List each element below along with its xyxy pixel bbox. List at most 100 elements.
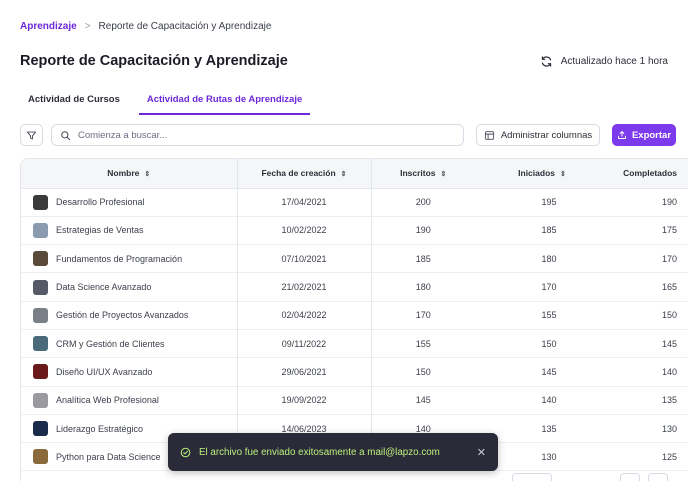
cell-enrolled: 180: [371, 272, 475, 302]
refresh-icon[interactable]: [540, 55, 553, 68]
sort-icon[interactable]: ⇕: [560, 170, 566, 178]
search-box[interactable]: [51, 124, 464, 146]
columns-icon: [484, 130, 494, 140]
next-page-button[interactable]: [648, 473, 668, 481]
table-row[interactable]: Diseño UI/UX Avanzado 29/06/2021 150 145 140: [21, 357, 688, 387]
cell-creation-date: 10/02/2022: [236, 216, 372, 246]
breadcrumb-root-link[interactable]: Aprendizaje: [20, 21, 77, 32]
filter-button[interactable]: [20, 124, 43, 146]
cell-creation-date: 29/06/2021: [236, 357, 372, 387]
toast-message: El archivo fue enviado exitosamente a ma…: [199, 446, 440, 458]
cell-started: 140: [475, 386, 609, 415]
cell-creation-date: 17/04/2021: [236, 188, 372, 217]
cell-creation-date: 19/09/2022: [236, 386, 372, 415]
cell-started: 145: [475, 357, 609, 387]
cell-creation-date: 09/11/2022: [236, 329, 372, 359]
table-row[interactable]: Data Science Avanzado 21/02/2021 180 170 165: [21, 272, 688, 302]
table-header-row: Nombre ⇕ Fecha de creación ⇕ Inscritos ⇕ In…: [21, 159, 688, 189]
cell-started: 155: [475, 301, 609, 330]
search-input[interactable]: [78, 129, 438, 141]
sort-icon[interactable]: ⇕: [144, 170, 150, 178]
refresh-status[interactable]: Actualizado hace 1 hora: [540, 55, 668, 68]
close-icon[interactable]: ✕: [477, 446, 486, 459]
cell-started: 195: [475, 188, 609, 217]
cell-name: Diseño UI/UX Avanzado: [21, 357, 237, 387]
table-row[interactable]: Gestión de Proyectos Avanzados 02/04/2022…: [21, 301, 688, 330]
cell-enrolled: 155: [371, 329, 475, 359]
course-thumbnail: [33, 364, 48, 380]
manage-columns-label: Administrar columnas: [500, 129, 593, 141]
cell-completed: 165: [609, 272, 688, 302]
tabs: Actividad de Cursos Actividad de Rutas d…: [20, 87, 311, 115]
cell-started: 185: [475, 216, 609, 246]
course-name[interactable]: Fundamentos de Programación: [56, 254, 182, 264]
course-name[interactable]: Data Science Avanzado: [56, 282, 151, 292]
cell-completed: 175: [609, 216, 688, 246]
course-name[interactable]: CRM y Gestión de Clientes: [56, 339, 165, 349]
course-thumbnail: [33, 392, 48, 408]
cell-completed: 145: [609, 329, 688, 359]
export-icon: [618, 131, 626, 139]
table-row[interactable]: Fundamentos de Programación 07/10/2021 185…: [21, 244, 688, 274]
rows-per-page-select[interactable]: [512, 473, 552, 481]
course-thumbnail: [33, 421, 48, 437]
course-name[interactable]: Estrategias de Ventas: [56, 225, 144, 235]
course-name[interactable]: Python para Data Science: [56, 452, 161, 462]
prev-page-button[interactable]: [620, 473, 640, 481]
course-name[interactable]: Analítica Web Profesional: [56, 395, 159, 405]
filter-icon: [26, 131, 37, 139]
cell-completed: 125: [609, 442, 688, 472]
cell-completed: 150: [609, 301, 688, 330]
manage-columns-button[interactable]: Administrar columnas: [476, 124, 600, 146]
cell-completed: 135: [609, 386, 688, 415]
export-button[interactable]: Exportar: [612, 124, 676, 146]
course-name[interactable]: Liderazgo Estratégico: [56, 424, 143, 434]
cell-creation-date: 07/10/2021: [236, 244, 372, 274]
tab-learning-path-activity[interactable]: Actividad de Rutas de Aprendizaje: [138, 87, 311, 115]
breadcrumb-current: Reporte de Capacitación y Aprendizaje: [98, 21, 272, 32]
header-completed[interactable]: Completados: [609, 159, 688, 189]
page-title: Reporte de Capacitación y Aprendizaje: [20, 53, 288, 69]
course-name[interactable]: Diseño UI/UX Avanzado: [56, 367, 152, 377]
sort-icon[interactable]: ⇕: [341, 170, 347, 178]
cell-name: Gestión de Proyectos Avanzados: [21, 301, 237, 330]
updated-label: Actualizado hace 1 hora: [560, 56, 668, 67]
table-row[interactable]: Analítica Web Profesional 19/09/2022 145 14…: [21, 386, 688, 415]
cell-enrolled: 145: [371, 386, 475, 415]
table-row[interactable]: Estrategias de Ventas 10/02/2022 190 185 175: [21, 216, 688, 246]
cell-name: Estrategias de Ventas: [21, 216, 237, 246]
chevron-right-icon: >: [84, 21, 91, 32]
course-thumbnail: [33, 307, 48, 323]
cell-enrolled: 200: [371, 188, 475, 217]
course-thumbnail: [33, 279, 48, 295]
header-creation-date[interactable]: Fecha de creación ⇕: [236, 159, 372, 189]
cell-name: Fundamentos de Programación: [21, 244, 237, 274]
course-thumbnail: [33, 251, 48, 267]
cell-creation-date: 21/02/2021: [236, 272, 372, 302]
cell-started: 150: [475, 329, 609, 359]
cell-started: 180: [475, 244, 609, 274]
table-row[interactable]: CRM y Gestión de Clientes 09/11/2022 155 15…: [21, 329, 688, 359]
export-label: Exportar: [631, 129, 672, 141]
course-thumbnail: [33, 336, 48, 352]
tab-course-activity[interactable]: Actividad de Cursos: [20, 87, 128, 115]
cell-creation-date: 02/04/2022: [236, 301, 372, 330]
cell-name: Desarrollo Profesional: [21, 188, 237, 217]
header-name[interactable]: Nombre ⇕: [21, 159, 237, 189]
course-name[interactable]: Gestión de Proyectos Avanzados: [56, 310, 188, 320]
cell-enrolled: 190: [371, 216, 475, 246]
cell-completed: 130: [609, 414, 688, 444]
check-circle-icon: [180, 447, 191, 457]
sort-icon[interactable]: ⇕: [441, 170, 447, 178]
cell-started: 170: [475, 272, 609, 302]
course-name[interactable]: Desarrollo Profesional: [56, 197, 145, 207]
course-thumbnail: [33, 194, 48, 210]
table-row[interactable]: Desarrollo Profesional 17/04/2021 200 195 19…: [21, 188, 688, 217]
cell-name: Analítica Web Profesional: [21, 386, 237, 415]
cell-enrolled: 150: [371, 357, 475, 387]
success-toast: El archivo fue enviado exitosamente a ma…: [168, 433, 498, 471]
header-started[interactable]: Iniciados ⇕: [475, 159, 609, 189]
header-enrolled[interactable]: Inscritos ⇕: [371, 159, 475, 189]
cell-name: CRM y Gestión de Clientes: [21, 329, 237, 359]
cell-enrolled: 185: [371, 244, 475, 274]
